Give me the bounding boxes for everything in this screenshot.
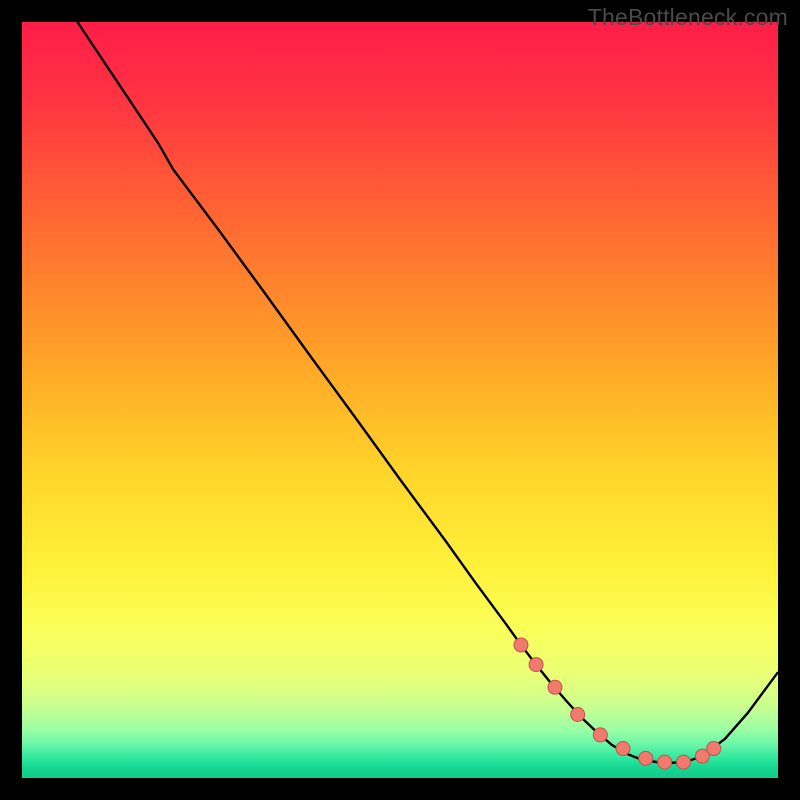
marker-point xyxy=(548,680,562,694)
plot-area xyxy=(22,22,778,778)
marker-point xyxy=(593,728,607,742)
marker-point xyxy=(707,742,721,756)
marker-point xyxy=(658,755,672,769)
highlight-markers xyxy=(514,638,721,769)
marker-point xyxy=(639,751,653,765)
bottleneck-curve xyxy=(22,22,778,763)
marker-point xyxy=(514,638,528,652)
marker-point xyxy=(571,708,585,722)
chart-frame: TheBottleneck.com xyxy=(0,0,800,800)
curve-layer xyxy=(22,22,778,778)
marker-point xyxy=(677,755,691,769)
marker-point xyxy=(616,742,630,756)
marker-point xyxy=(529,658,543,672)
